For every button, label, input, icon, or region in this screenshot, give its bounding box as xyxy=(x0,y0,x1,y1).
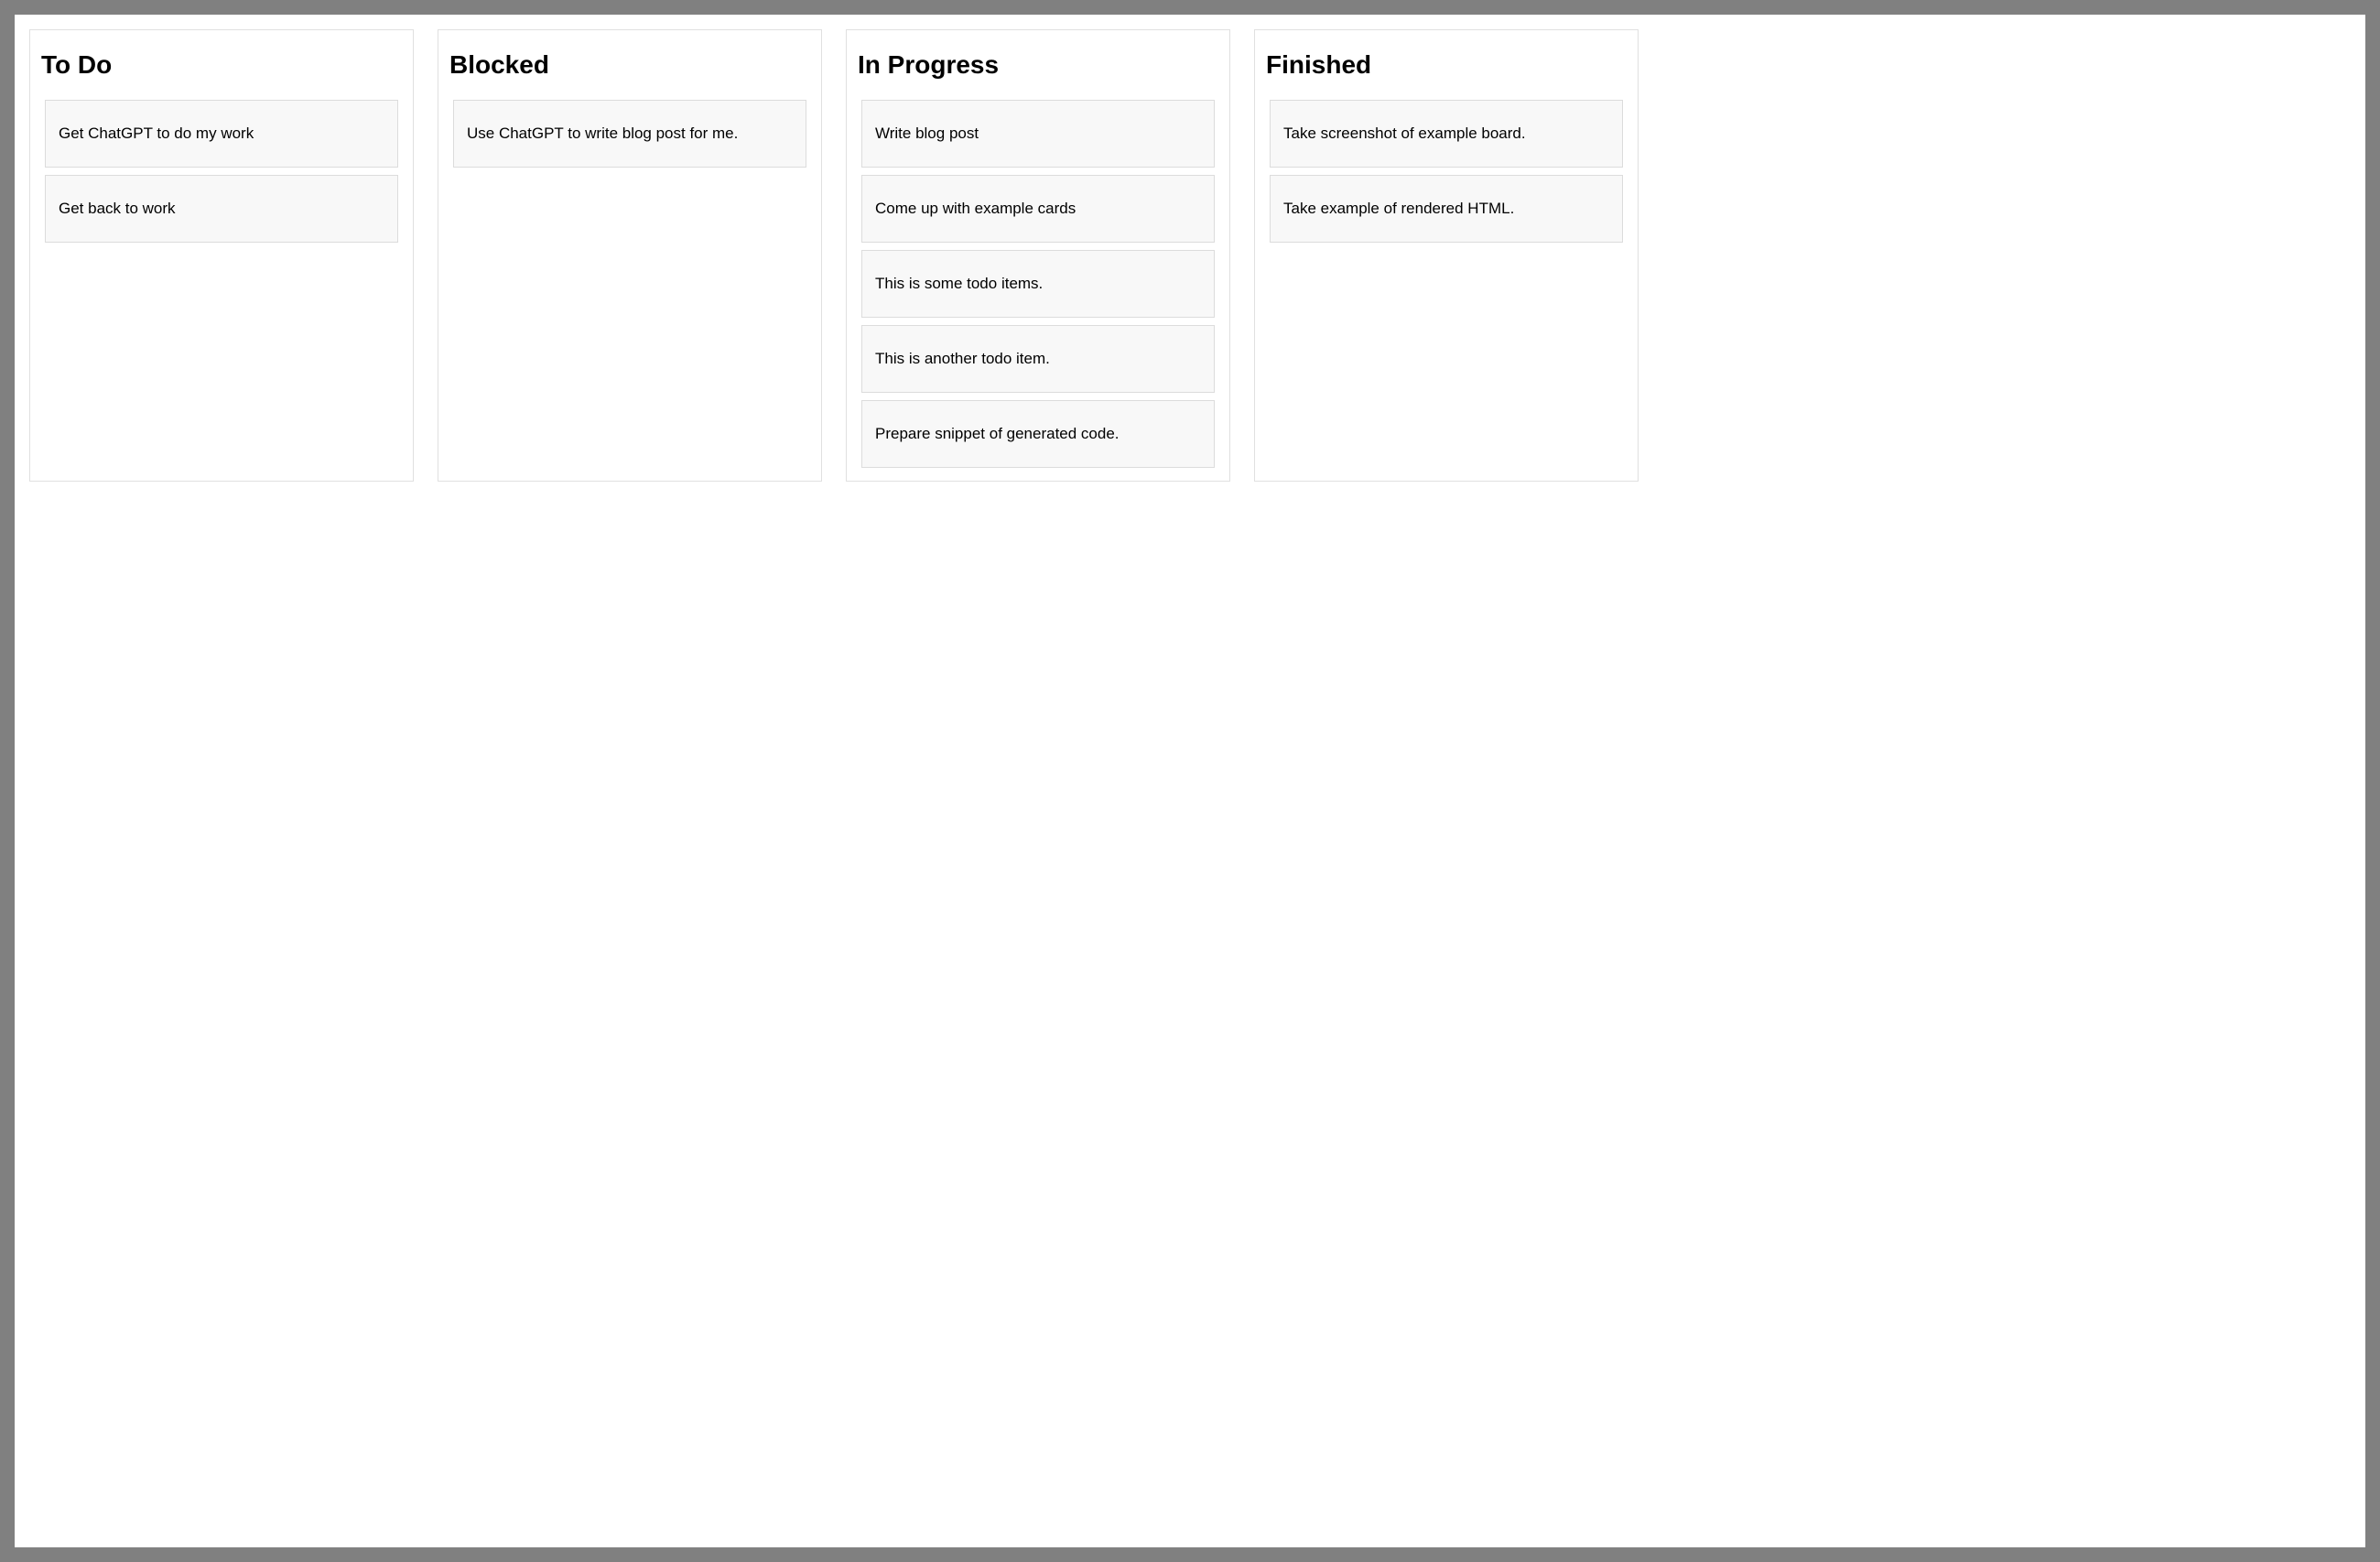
card-text: Take example of rendered HTML. xyxy=(1283,200,1514,217)
kanban-card[interactable]: Use ChatGPT to write blog post for me. xyxy=(453,100,806,168)
kanban-card[interactable]: Take screenshot of example board. xyxy=(1270,100,1623,168)
column-in-progress[interactable]: In Progress Write blog post Come up with… xyxy=(846,29,1230,482)
column-to-do[interactable]: To Do Get ChatGPT to do my work Get back… xyxy=(29,29,414,482)
card-text: This is some todo items. xyxy=(875,275,1043,292)
column-finished[interactable]: Finished Take screenshot of example boar… xyxy=(1254,29,1639,482)
card-text: Take screenshot of example board. xyxy=(1283,125,1526,142)
kanban-card[interactable]: This is another todo item. xyxy=(861,325,1215,393)
kanban-card[interactable]: Get ChatGPT to do my work xyxy=(45,100,398,168)
kanban-board: To Do Get ChatGPT to do my work Get back… xyxy=(15,15,2365,1547)
kanban-card[interactable]: Come up with example cards xyxy=(861,175,1215,243)
kanban-card[interactable]: Write blog post xyxy=(861,100,1215,168)
card-text: Prepare snippet of generated code. xyxy=(875,425,1120,442)
column-title: To Do xyxy=(41,50,402,80)
column-title: Blocked xyxy=(449,50,810,80)
card-text: Get ChatGPT to do my work xyxy=(59,125,254,142)
kanban-card[interactable]: Prepare snippet of generated code. xyxy=(861,400,1215,468)
card-text: This is another todo item. xyxy=(875,350,1050,367)
card-text: Get back to work xyxy=(59,200,176,217)
card-text: Write blog post xyxy=(875,125,979,142)
kanban-card[interactable]: Take example of rendered HTML. xyxy=(1270,175,1623,243)
column-blocked[interactable]: Blocked Use ChatGPT to write blog post f… xyxy=(438,29,822,482)
column-title: Finished xyxy=(1266,50,1627,80)
card-text: Come up with example cards xyxy=(875,200,1076,217)
kanban-card[interactable]: This is some todo items. xyxy=(861,250,1215,318)
card-text: Use ChatGPT to write blog post for me. xyxy=(467,125,738,142)
column-title: In Progress xyxy=(858,50,1218,80)
kanban-card[interactable]: Get back to work xyxy=(45,175,398,243)
